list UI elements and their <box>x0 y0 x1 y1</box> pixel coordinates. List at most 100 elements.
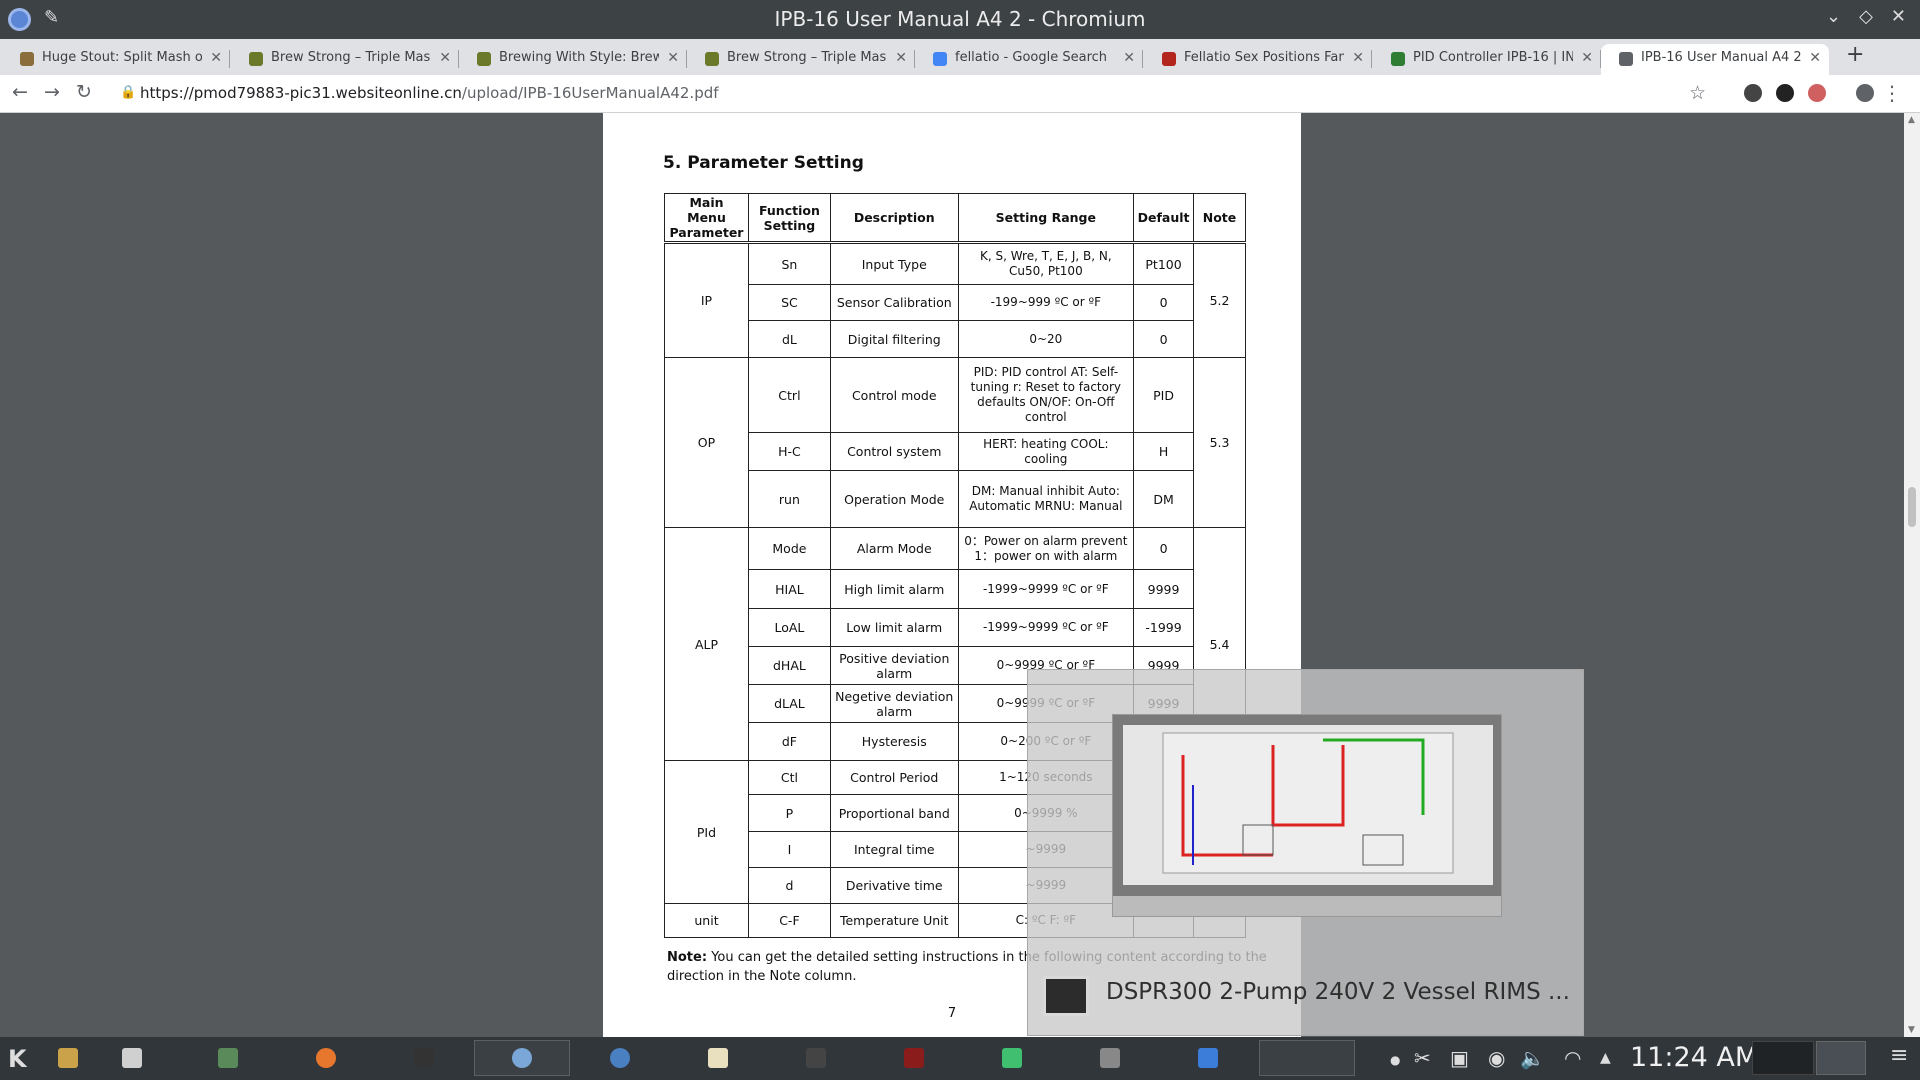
tab-favicon-icon <box>1619 52 1633 66</box>
url-path: /upload/IPB-16UserManualA42.pdf <box>461 84 719 102</box>
tray-update-icon[interactable]: ◉ <box>1488 1046 1505 1070</box>
tab-close-icon[interactable]: ✕ <box>1352 44 1364 72</box>
new-tab-button[interactable]: + <box>1846 42 1864 67</box>
chromium-icon[interactable] <box>512 1048 532 1068</box>
search-icon[interactable] <box>1100 1048 1120 1068</box>
taskbar-clock[interactable]: 11:24 AM <box>1630 1042 1758 1073</box>
app-icon[interactable] <box>1002 1048 1022 1068</box>
browser-tab[interactable]: Brew Strong – Triple Mashin ✕ <box>231 44 459 75</box>
tab-close-icon[interactable]: ✕ <box>439 44 451 72</box>
extension-icon[interactable] <box>1744 84 1762 102</box>
kde-launcher-icon[interactable]: K <box>8 1045 27 1073</box>
tray-app-icon[interactable]: ▣ <box>1450 1046 1469 1070</box>
forward-icon[interactable]: → <box>44 81 60 103</box>
function-cell: SC <box>747 284 831 321</box>
function-cell: P <box>747 794 831 832</box>
volume-icon[interactable]: 🔈 <box>1520 1046 1545 1070</box>
virtual-desktop-2[interactable] <box>1816 1041 1866 1075</box>
function-cell: dHAL <box>747 646 831 685</box>
panel-menu-icon[interactable]: ≡ <box>1890 1043 1908 1068</box>
tab-close-icon[interactable]: ✕ <box>210 44 222 72</box>
profile-icon[interactable] <box>1856 84 1874 102</box>
scrollbar-thumb[interactable] <box>1908 487 1916 527</box>
app-icon[interactable] <box>904 1048 924 1068</box>
browser-tab[interactable]: Brew Strong – Triple Mashin ✕ <box>687 44 915 75</box>
browser-tab[interactable]: Huge Stout: Split Mash or S ✕ <box>2 44 230 75</box>
app-icon[interactable] <box>708 1048 728 1068</box>
address-bar[interactable]: 🔒 https://pmod79883-pic31.websiteonline.… <box>110 79 1718 109</box>
tab-label: Brew Strong – Triple Mashin <box>727 50 887 65</box>
preview-caption: DSPR300 2-Pump 240V 2 Vessel RIMS ... <box>1106 979 1570 1005</box>
description-cell: Control Period <box>829 760 959 795</box>
tray-dot-icon[interactable]: ● <box>1390 1053 1400 1067</box>
pdf-viewer[interactable]: 5. Parameter Setting Main Menu Parameter… <box>0 113 1904 1037</box>
bookmark-star-icon[interactable]: ☆ <box>1689 82 1706 104</box>
lock-icon[interactable]: 🔒 <box>120 85 136 100</box>
function-cell: d <box>747 867 831 904</box>
app-icon[interactable] <box>58 1048 78 1068</box>
tab-close-icon[interactable]: ✕ <box>667 44 679 72</box>
tray-expand-icon[interactable]: ▲ <box>1600 1050 1611 1066</box>
description-cell: Positive deviation alarm <box>829 646 959 685</box>
browser-tab[interactable]: IPB-16 User Manual A4 2 ✕ <box>1601 44 1829 75</box>
main-menu-cell: ALP <box>664 527 749 761</box>
table-row: LoAL Low limit alarm -1999~9999 ºC or ºF -1… <box>665 608 1246 647</box>
tab-label: fellatio - Google Search <box>955 50 1108 65</box>
tab-close-icon[interactable]: ✕ <box>1581 44 1593 72</box>
note-cell: 5.2 <box>1193 242 1246 358</box>
range-cell: K, S, Wre, T, E, J, B, N, Cu50, Pt100 <box>957 242 1135 285</box>
range-cell: -199~999 ºC or ºF <box>957 284 1135 321</box>
function-cell: I <box>747 831 831 868</box>
table-row: run Operation Mode DM: Manual inhibit Auto… <box>665 470 1246 528</box>
back-icon[interactable]: ← <box>12 81 28 103</box>
tab-close-icon[interactable]: ✕ <box>1123 44 1135 72</box>
browser-tab[interactable]: Fellatio Sex Positions Famil ✕ <box>1144 44 1372 75</box>
default-cell: 0 <box>1133 284 1195 321</box>
firefox-icon[interactable] <box>316 1048 336 1068</box>
maximize-icon[interactable]: ◇ <box>1859 6 1873 27</box>
default-cell: 9999 <box>1133 569 1195 609</box>
table-row: dL Digital filtering 0~20 0 <box>665 320 1246 358</box>
app-icon[interactable] <box>1198 1048 1218 1068</box>
reload-icon[interactable]: ↻ <box>76 81 92 103</box>
browser-tab[interactable]: Brewing With Style: Brewing ✕ <box>459 44 687 75</box>
taskbar-window[interactable] <box>1259 1040 1355 1076</box>
minimize-icon[interactable]: ⌄ <box>1826 6 1841 27</box>
close-window-icon[interactable]: ✕ <box>1891 6 1906 27</box>
calculator-icon[interactable] <box>806 1048 826 1068</box>
more-menu-icon[interactable]: ⋮ <box>1882 81 1902 105</box>
scroll-down-icon[interactable]: ▼ <box>1908 1025 1915 1035</box>
app-icon[interactable] <box>610 1048 630 1068</box>
function-cell: dL <box>747 320 831 358</box>
virtual-desktop-1[interactable] <box>1752 1041 1814 1075</box>
range-cell: HERT: heating COOL: cooling <box>957 432 1135 471</box>
app-icon[interactable] <box>218 1048 238 1068</box>
extension-icon[interactable] <box>1808 84 1826 102</box>
window-thumbnail[interactable] <box>1112 714 1502 917</box>
viewer-scrollbar[interactable]: ▲ ▼ <box>1904 113 1920 1037</box>
wifi-icon[interactable]: ◠ <box>1564 1046 1581 1070</box>
tab-strip: Huge Stout: Split Mash or S✕ Brew Strong … <box>0 39 1920 75</box>
app-icon[interactable] <box>122 1048 142 1068</box>
description-cell: Proportional band <box>829 794 959 832</box>
extension-icon[interactable] <box>1776 84 1794 102</box>
description-cell: High limit alarm <box>829 569 959 609</box>
description-cell: Derivative time <box>829 867 959 904</box>
scissors-icon[interactable]: ✂ <box>1414 1046 1431 1070</box>
window-preview-popup[interactable]: DSPR300 2-Pump 240V 2 Vessel RIMS ... <box>1027 669 1584 1036</box>
function-cell: dLAL <box>747 684 831 723</box>
tab-favicon-icon <box>249 52 263 66</box>
scroll-up-icon[interactable]: ▲ <box>1908 115 1915 125</box>
column-header: Note <box>1193 193 1246 244</box>
browser-tab[interactable]: fellatio - Google Search ✕ <box>915 44 1143 75</box>
range-cell: 0~20 <box>957 320 1135 358</box>
tab-close-icon[interactable]: ✕ <box>1809 44 1821 72</box>
function-cell: Ctrl <box>747 357 831 433</box>
range-cell: -1999~9999 ºC or ºF <box>957 569 1135 609</box>
tab-separator <box>1142 50 1143 68</box>
description-cell: Input Type <box>829 242 959 285</box>
browser-tab[interactable]: PID Controller IPB-16 | INK ✕ <box>1373 44 1601 75</box>
terminal-icon[interactable] <box>414 1048 434 1068</box>
table-row: ALP Mode Alarm Mode 0：Power on alarm preven… <box>664 527 1246 761</box>
tab-close-icon[interactable]: ✕ <box>895 44 907 72</box>
